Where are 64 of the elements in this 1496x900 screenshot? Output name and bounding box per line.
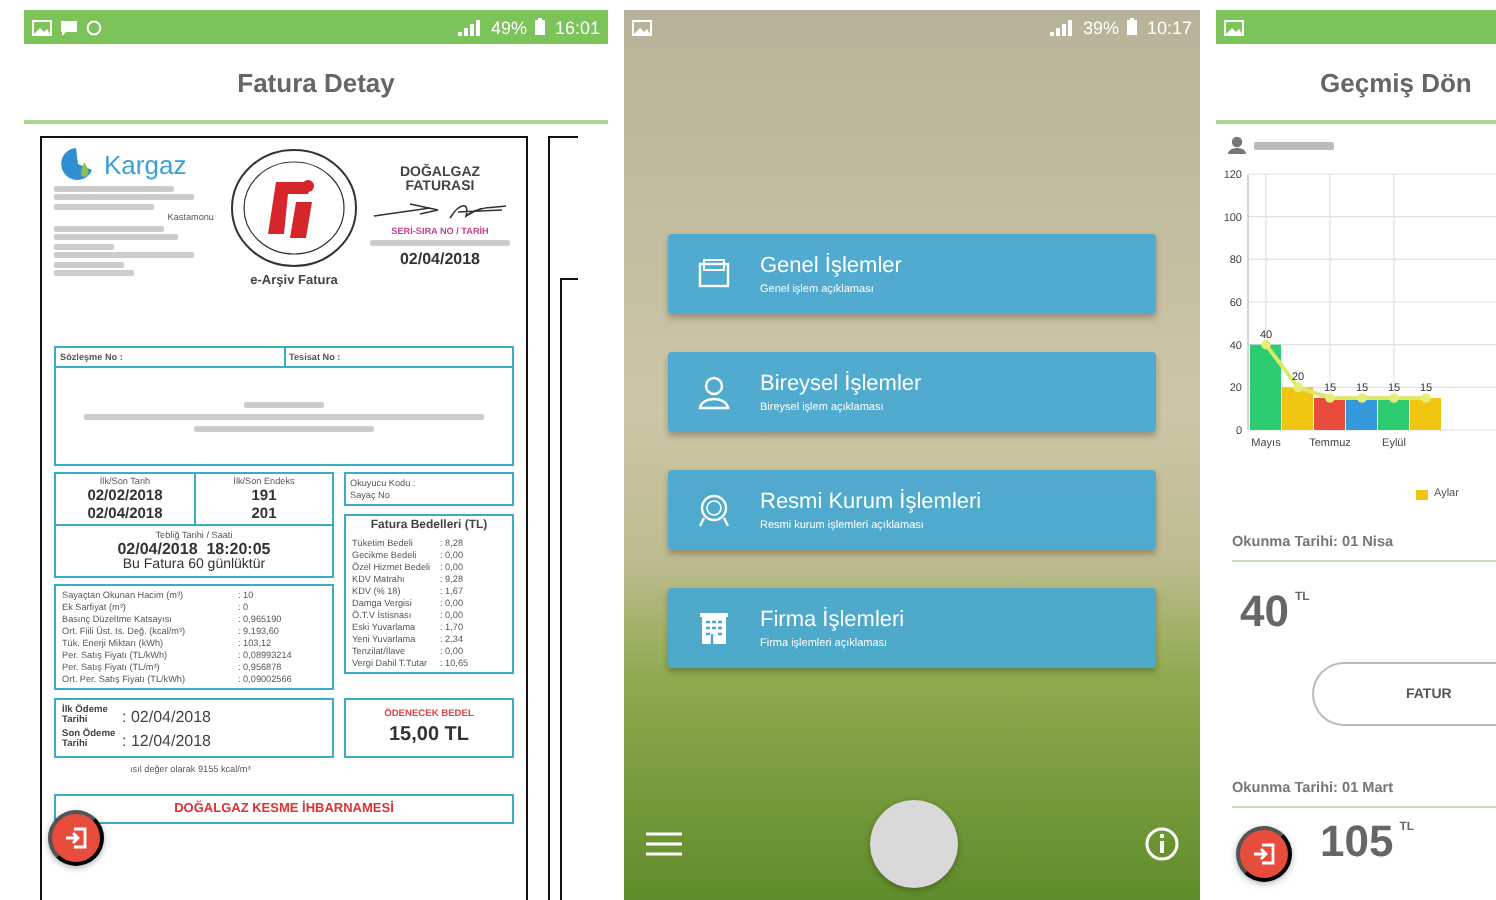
home-button[interactable]	[870, 800, 958, 888]
blurred-text	[54, 252, 194, 258]
exit-icon	[1252, 842, 1276, 866]
exit-button[interactable]	[1236, 826, 1292, 882]
circle-icon	[86, 19, 102, 35]
chart-point	[1357, 393, 1367, 403]
battery-percent: 49%	[490, 17, 527, 37]
signal-icon	[458, 19, 483, 35]
blurred-text	[54, 203, 154, 209]
battery-icon	[534, 18, 547, 36]
chart-bar	[1314, 398, 1345, 430]
chart-point	[1389, 393, 1399, 403]
legend-swatch	[1416, 489, 1428, 499]
status-time: 10:17	[1146, 17, 1192, 37]
screen-title: Geçmiş Dön	[1216, 44, 1496, 124]
menu-title: Resmi Kurum İşlemleri	[760, 489, 982, 513]
blurred-text	[54, 225, 164, 231]
blurred-text	[1254, 141, 1334, 149]
chart-bar	[1378, 398, 1409, 430]
bill-amount: 105	[1320, 816, 1394, 868]
info-icon[interactable]	[1144, 826, 1180, 862]
battery-percent: 39%	[1082, 17, 1119, 37]
menu-title: Genel İşlemler	[760, 253, 902, 277]
chart-point	[1421, 393, 1431, 403]
blurred-text	[370, 240, 510, 246]
invoice-date: 02/04/2018	[399, 250, 481, 268]
payment-date: : 12/04/2018	[122, 731, 211, 749]
blurred-text	[54, 185, 174, 191]
screen-title: Fatura Detay	[24, 44, 608, 124]
exit-button[interactable]	[48, 810, 104, 866]
blurred-text	[244, 401, 324, 407]
company-name: Kargaz	[104, 149, 187, 179]
signal-icon	[1050, 19, 1075, 35]
menu-title: Bireysel İşlemler	[760, 371, 922, 395]
amount-due: 15,00 TL	[388, 724, 470, 746]
menu-icon[interactable]	[644, 830, 684, 858]
chat-icon	[60, 19, 78, 35]
signature-drawing	[370, 198, 510, 222]
blurred-text	[54, 270, 134, 276]
blurred-text	[54, 261, 124, 267]
image-icon	[632, 19, 652, 35]
exit-icon	[64, 826, 88, 850]
chart-bar	[1410, 398, 1441, 430]
image-icon	[1224, 19, 1244, 35]
chart-point	[1293, 382, 1303, 393]
blurred-text	[54, 243, 114, 249]
seal-drawing	[228, 146, 360, 270]
bill-amount: 40	[1240, 586, 1289, 638]
image-icon	[32, 19, 52, 35]
status-time: 16:01	[554, 17, 600, 37]
person-icon	[696, 374, 732, 410]
payment-date: : 02/04/2018	[122, 707, 211, 725]
medal-icon	[696, 492, 732, 528]
blurred-text	[54, 194, 194, 200]
chart-point	[1261, 339, 1271, 350]
building-icon	[696, 610, 732, 646]
avatar-icon	[1228, 136, 1246, 154]
menu-title: Firma İşlemleri	[760, 607, 905, 631]
battery-icon	[1126, 18, 1139, 36]
blurred-text	[54, 234, 178, 240]
folder-icon	[696, 256, 732, 292]
chart-point	[1325, 393, 1335, 403]
chart-bar	[1346, 398, 1377, 430]
notice-time: 02/04/2018 18:20:05	[117, 540, 271, 558]
